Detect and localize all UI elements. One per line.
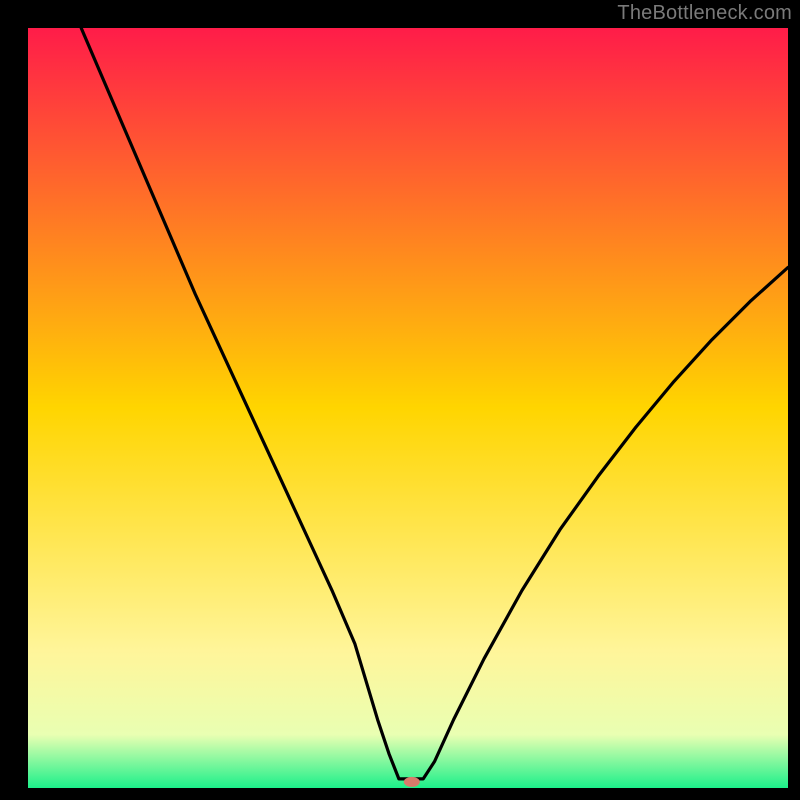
chart-background — [28, 28, 788, 788]
ideal-marker — [404, 777, 420, 787]
plot-area — [28, 28, 788, 788]
watermark-text: TheBottleneck.com — [617, 2, 792, 25]
chart-frame: TheBottleneck.com — [0, 0, 800, 800]
chart-svg — [28, 28, 788, 788]
